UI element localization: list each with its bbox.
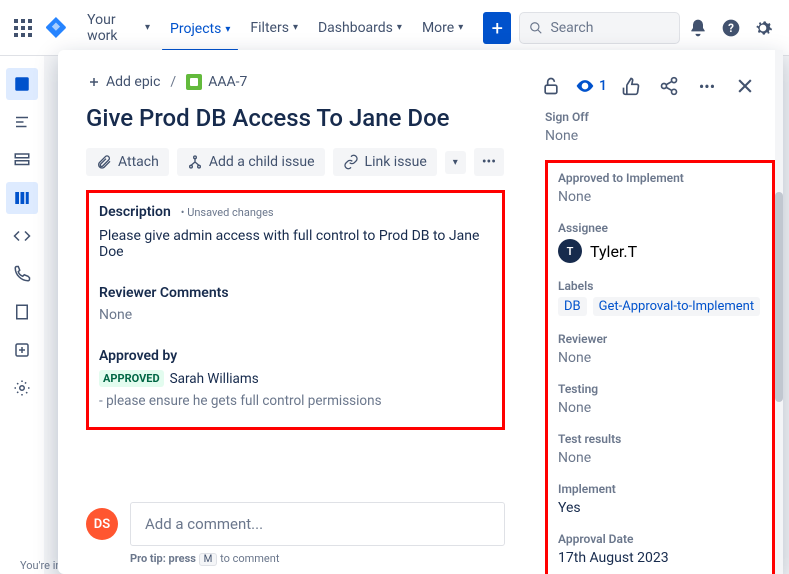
comment-input[interactable]: Add a comment... — [130, 502, 505, 546]
sidebar-pages-icon[interactable] — [6, 296, 38, 328]
nav-dashboards[interactable]: Dashboards▾ — [310, 16, 410, 40]
issue-title[interactable]: Give Prod DB Access To Jane Doe — [86, 104, 505, 132]
breadcrumb-separator: / — [170, 74, 176, 90]
signoff-value[interactable]: None — [545, 128, 775, 144]
approved-to-implement-value[interactable]: None — [558, 189, 762, 205]
breadcrumb: Add epic / AAA-7 — [86, 74, 505, 90]
nav-filters[interactable]: Filters▾ — [242, 16, 306, 40]
assignee-name: Tyler.T — [590, 242, 637, 261]
search-placeholder: Search — [550, 20, 593, 36]
issue-modal: Add epic / AAA-7 Give Prod DB Access To … — [58, 50, 783, 574]
comment-row: DS Add a comment... — [86, 502, 505, 546]
approved-by-value[interactable]: APPROVED Sarah Williams - please ensure … — [99, 370, 492, 409]
signoff-label: Sign Off — [545, 110, 775, 124]
meatballs-icon: ••• — [482, 154, 496, 170]
assignee-label: Assignee — [558, 221, 762, 235]
left-sidebar — [0, 56, 44, 574]
approval-date-label: Approval Date — [558, 532, 762, 546]
scrollbar-thumb[interactable] — [775, 192, 783, 402]
nav-your-work[interactable]: Your work▾ — [79, 8, 158, 48]
testing-label: Testing — [558, 382, 762, 396]
sidebar-roadmap-icon[interactable] — [6, 106, 38, 138]
implement-value[interactable]: Yes — [558, 500, 762, 516]
label-chip[interactable]: DB — [558, 297, 587, 316]
labels-label: Labels — [558, 279, 762, 293]
link-issue-dropdown[interactable]: ▾ — [445, 151, 466, 174]
keyboard-key-m: M — [199, 553, 218, 566]
add-child-issue-button[interactable]: Add a child issue — [177, 148, 325, 176]
testing-value[interactable]: None — [558, 400, 762, 416]
create-button[interactable]: + — [483, 12, 511, 44]
approved-by-name: Sarah Williams — [170, 371, 259, 387]
current-user-avatar: DS — [86, 508, 118, 540]
unsaved-changes-indicator: • Unsaved changes — [181, 206, 274, 219]
issue-details-panel: Sign Off None Approved to Implement None… — [533, 50, 783, 574]
approved-by-label: Approved by — [99, 348, 177, 364]
description-text[interactable]: Please give admin access with full contr… — [99, 228, 492, 260]
sidebar-code-icon[interactable] — [6, 220, 38, 252]
sidebar-backlog-icon[interactable] — [6, 144, 38, 176]
top-nav: Your work▾ Projects▾ Filters▾ Dashboards… — [0, 0, 789, 56]
sidebar-add-icon[interactable] — [6, 334, 38, 366]
assignee-avatar: T — [558, 239, 582, 263]
approved-lozenge: APPROVED — [99, 370, 164, 387]
more-actions-button[interactable]: ••• — [474, 148, 504, 176]
sidebar-project-settings-icon[interactable] — [6, 372, 38, 404]
link-issue-button[interactable]: Link issue — [333, 148, 437, 176]
chevron-down-icon: ▾ — [453, 157, 458, 168]
link-icon — [343, 154, 359, 170]
description-label: Description — [99, 204, 171, 220]
assignee-value[interactable]: T Tyler.T — [558, 239, 762, 263]
labels-value[interactable]: DB Get-Approval-to-Implement — [558, 297, 762, 316]
issue-toolbar: Attach Add a child issue Link issue ▾ ••… — [86, 148, 505, 176]
settings-icon[interactable] — [749, 12, 777, 44]
label-chip[interactable]: Get-Approval-to-Implement — [593, 297, 760, 316]
nav-projects[interactable]: Projects▾ — [162, 17, 238, 52]
reviewer-label: Reviewer — [558, 332, 762, 346]
help-icon[interactable]: ? — [717, 12, 745, 44]
approved-to-implement-label: Approved to Implement — [558, 171, 762, 185]
reviewer-value[interactable]: None — [558, 350, 762, 366]
highlighted-content-box: Description • Unsaved changes Please giv… — [86, 190, 505, 430]
attach-button[interactable]: Attach — [86, 148, 169, 176]
story-type-icon — [186, 74, 202, 90]
sidebar-active-sprints-icon[interactable] — [6, 182, 38, 214]
issue-key-link[interactable]: AAA-7 — [186, 74, 247, 90]
approved-by-note: - please ensure he gets full control per… — [99, 393, 382, 409]
plus-icon — [86, 74, 102, 90]
test-results-label: Test results — [558, 432, 762, 446]
child-issue-icon — [187, 154, 203, 170]
add-epic-button[interactable]: Add epic — [86, 74, 160, 90]
sidebar-oncall-icon[interactable] — [6, 258, 38, 290]
approval-date-value[interactable]: 17th August 2023 — [558, 550, 762, 566]
svg-text:?: ? — [728, 21, 734, 35]
comment-protip: Pro tip: press M to comment — [130, 552, 505, 566]
reviewer-comments-label: Reviewer Comments — [99, 285, 229, 301]
sidebar-board-icon[interactable] — [6, 68, 38, 100]
app-switcher-icon[interactable] — [12, 16, 33, 40]
paperclip-icon — [96, 154, 112, 170]
implement-label: Implement — [558, 482, 762, 496]
jira-logo-icon[interactable] — [45, 16, 67, 40]
test-results-value[interactable]: None — [558, 450, 762, 466]
search-input[interactable]: Search — [519, 12, 680, 44]
search-icon — [528, 20, 544, 36]
nav-more[interactable]: More▾ — [414, 16, 471, 40]
reviewer-comments-value[interactable]: None — [99, 307, 492, 323]
notifications-icon[interactable] — [684, 12, 712, 44]
